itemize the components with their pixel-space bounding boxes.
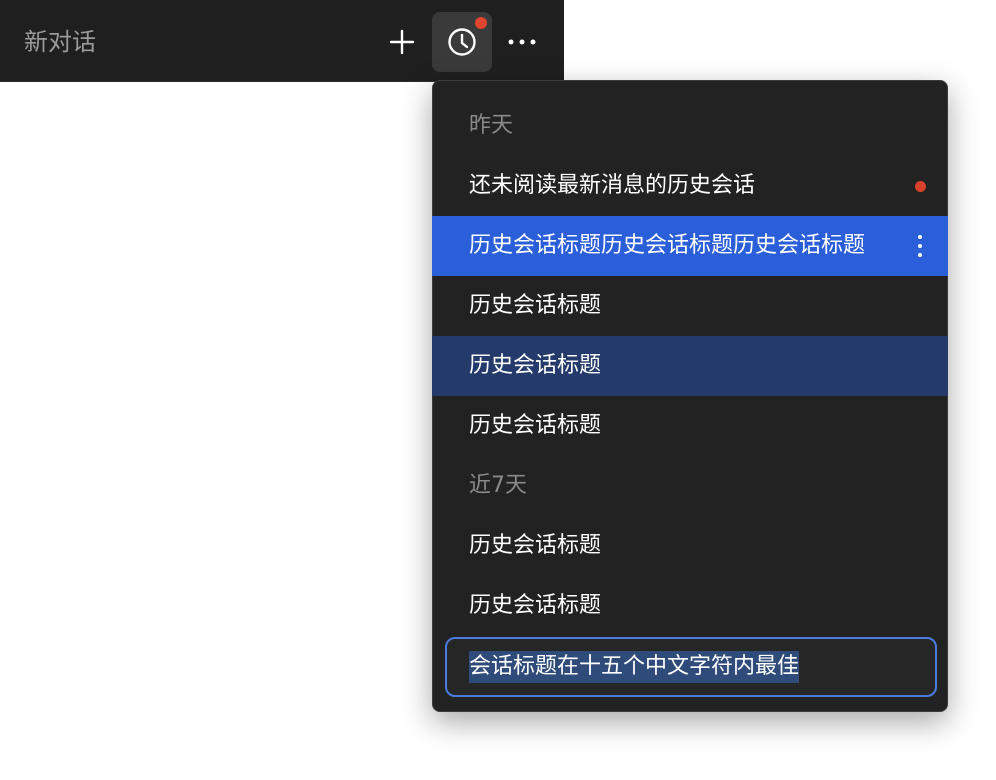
history-item-label: 历史会话标题 [469, 533, 602, 558]
history-item-hovered[interactable]: 历史会话标题 [432, 336, 948, 396]
history-item[interactable]: 历史会话标题 [432, 396, 948, 456]
history-item-label: 历史会话标题 [469, 413, 602, 438]
section-label-yesterday: 昨天 [469, 113, 514, 138]
history-item-label: 历史会话标题 [469, 353, 602, 378]
history-item[interactable]: 历史会话标题 [432, 276, 948, 336]
history-button[interactable] [432, 12, 492, 72]
history-item-selected[interactable]: 历史会话标题历史会话标题历史会话标题 [432, 216, 948, 276]
more-button[interactable] [492, 12, 552, 72]
history-item-label: 历史会话标题 [469, 593, 602, 618]
rename-title-input[interactable]: 会话标题在十五个中文字符内最佳 [445, 637, 937, 697]
section-label-last-7-days: 近7天 [469, 473, 527, 498]
clock-icon [448, 28, 476, 56]
history-item-unread[interactable]: 还未阅读最新消息的历史会话 [432, 156, 948, 216]
more-vertical-icon[interactable] [912, 216, 928, 276]
page-title: 新对话 [24, 28, 96, 56]
history-item[interactable]: 历史会话标题 [432, 576, 948, 636]
unread-dot [915, 181, 926, 192]
new-chat-button[interactable] [372, 12, 432, 72]
history-item-label: 历史会话标题历史会话标题历史会话标题 [469, 233, 866, 258]
history-item-label: 历史会话标题 [469, 293, 602, 318]
history-item[interactable]: 历史会话标题 [432, 516, 948, 576]
history-item-label: 还未阅读最新消息的历史会话 [469, 173, 756, 198]
notification-dot [475, 17, 487, 29]
more-horizontal-icon [508, 39, 536, 45]
rename-input-value[interactable]: 会话标题在十五个中文字符内最佳 [469, 651, 800, 683]
top-bar: 新对话 [0, 0, 564, 82]
plus-icon [389, 29, 415, 55]
history-dropdown: 昨天 还未阅读最新消息的历史会话 历史会话标题历史会话标题历史会话标题 历史会话… [432, 80, 948, 712]
